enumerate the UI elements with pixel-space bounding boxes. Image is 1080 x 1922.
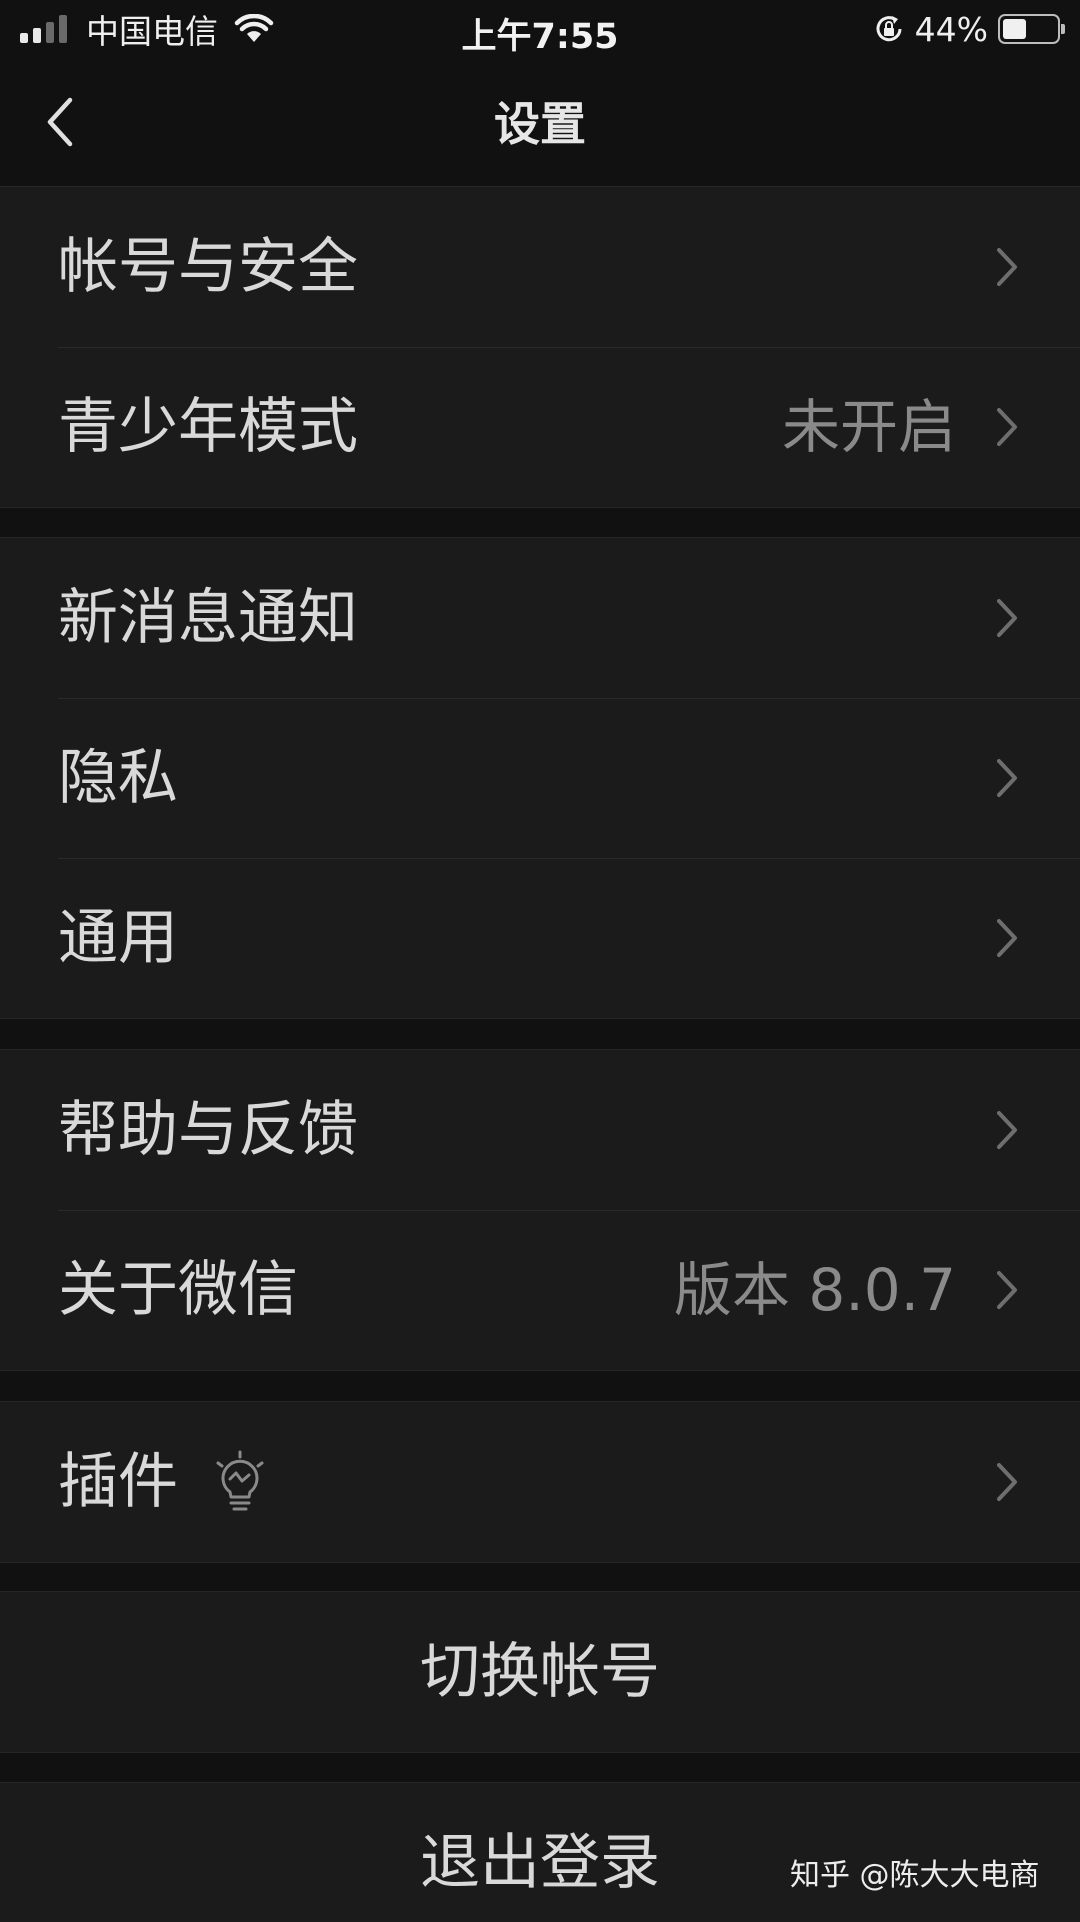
chevron-right-icon [997, 1463, 1017, 1501]
settings-item-notifications[interactable]: 新消息通知 [0, 538, 1080, 698]
settings-group-plugins: 插件 [0, 1401, 1080, 1563]
youth-mode-status: 未开启 [781, 393, 956, 461]
settings-item-youth-mode[interactable]: 青少年模式 未开启 [0, 347, 1080, 507]
settings-group-about: 帮助与反馈 关于微信 版本 8.0.7 [0, 1049, 1080, 1371]
orientation-lock-icon [876, 16, 902, 42]
settings-group-account: 帐号与安全 青少年模式 未开启 [0, 186, 1080, 508]
switch-account-label: 切换帐号 [420, 1637, 660, 1707]
watermark: 知乎 @陈大大电商 [790, 1858, 1040, 1893]
lightbulb-icon [216, 1450, 264, 1511]
page-title: 设置 [494, 97, 586, 151]
settings-item-account-security[interactable]: 帐号与安全 [0, 187, 1080, 347]
chevron-right-icon [997, 248, 1017, 286]
switch-account-group: 切换帐号 [0, 1591, 1080, 1753]
chevron-right-icon [997, 1271, 1017, 1309]
version-value: 版本 8.0.7 [673, 1256, 956, 1324]
settings-item-plugins[interactable]: 插件 [0, 1402, 1080, 1562]
switch-account-button[interactable]: 切换帐号 [0, 1592, 1080, 1752]
settings-item-label: 插件 [58, 1447, 178, 1517]
battery-percent: 44% [914, 9, 988, 49]
chevron-right-icon [997, 1111, 1017, 1149]
chevron-right-icon [997, 919, 1017, 957]
settings-item-label: 帐号与安全 [58, 232, 358, 302]
settings-item-privacy[interactable]: 隐私 [0, 698, 1080, 858]
status-bar-right: 44% [873, 8, 1065, 50]
status-bar: 中国电信 上午7:55 44% [0, 0, 1080, 58]
battery-icon [998, 14, 1065, 44]
nav-bar: 设置 [0, 58, 1080, 186]
settings-item-help-feedback[interactable]: 帮助与反馈 [0, 1050, 1080, 1210]
settings-item-label: 新消息通知 [58, 583, 358, 653]
settings-item-label: 通用 [58, 903, 178, 973]
chevron-right-icon [997, 759, 1017, 797]
chevron-right-icon [997, 408, 1017, 446]
chevron-right-icon [997, 599, 1017, 637]
battery-fill [1003, 19, 1026, 39]
settings-item-label: 青少年模式 [58, 392, 358, 462]
settings-group-general: 新消息通知 隐私 通用 [0, 537, 1080, 1019]
settings-item-general[interactable]: 通用 [0, 858, 1080, 1018]
settings-item-label: 隐私 [58, 743, 178, 813]
settings-item-label: 帮助与反馈 [58, 1095, 358, 1165]
settings-item-label: 关于微信 [58, 1255, 298, 1325]
settings-item-about-wechat[interactable]: 关于微信 版本 8.0.7 [0, 1210, 1080, 1370]
